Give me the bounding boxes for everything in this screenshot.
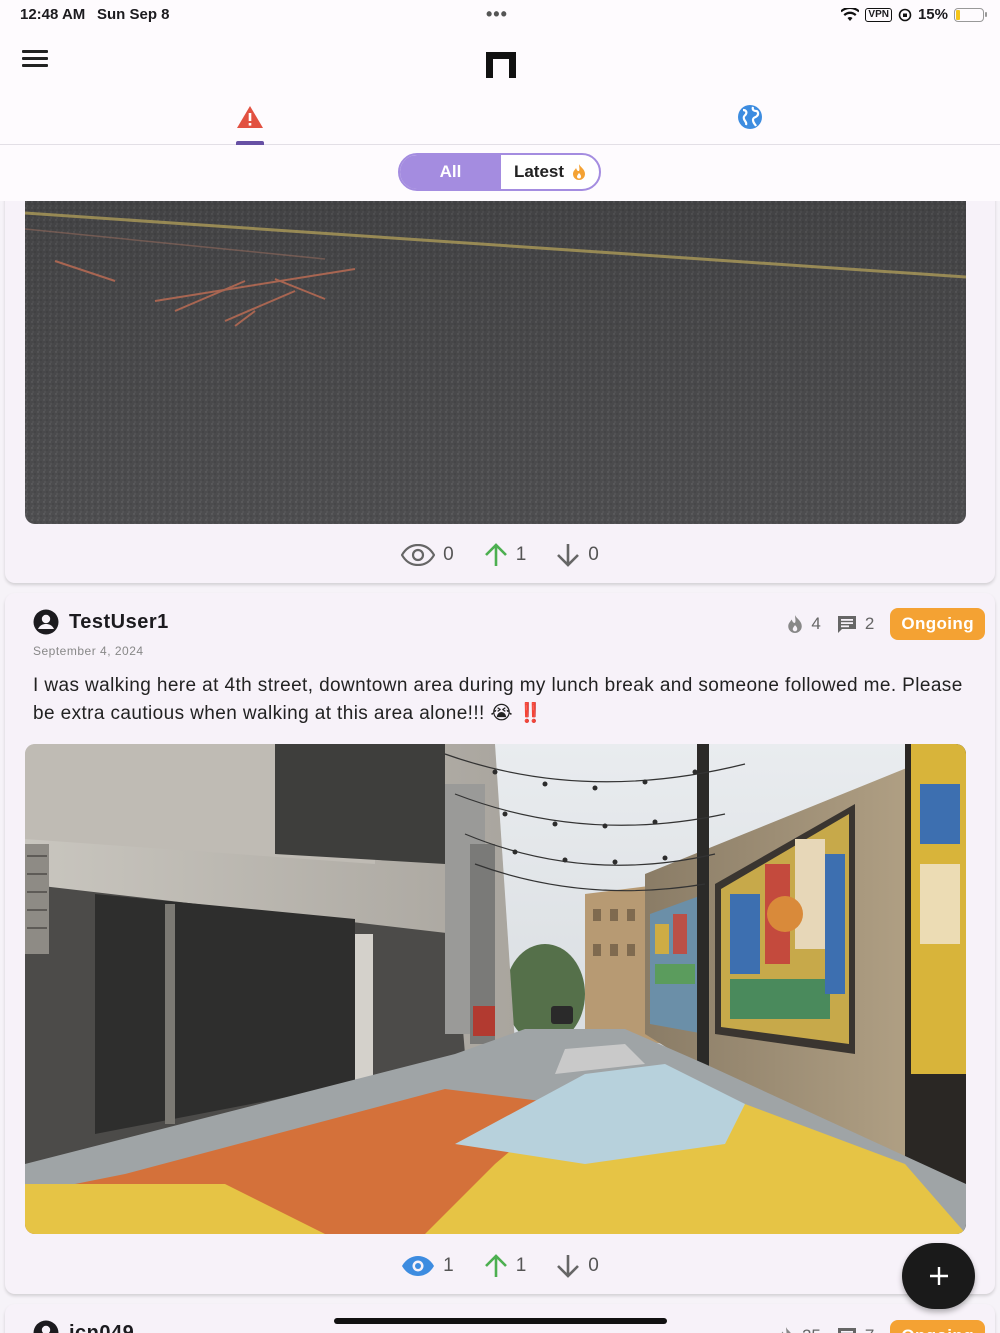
post-card[interactable]: TestUser1 September 4, 2024 4 2 Ongoing …	[5, 593, 995, 1294]
flame-icon	[573, 164, 586, 180]
upvote-button[interactable]: 1	[484, 1254, 527, 1278]
hot-count-stat: 4	[787, 614, 821, 634]
hot-count-stat: 25	[778, 1326, 821, 1333]
upvote-button[interactable]: 1	[484, 543, 527, 567]
post-text: I was walking here at 4th street, downto…	[33, 675, 963, 724]
post-stats: 0 1 0	[5, 543, 995, 567]
arrow-down-icon	[557, 1255, 580, 1278]
downvote-button[interactable]: 0	[556, 1254, 599, 1278]
upvote-count: 1	[515, 1255, 527, 1276]
arrow-up-icon	[484, 1254, 507, 1277]
flame-icon	[788, 615, 803, 633]
status-bar: 12:48 AM Sun Sep 8 ••• VPN 15%	[0, 0, 1000, 30]
filter-latest-button[interactable]: Latest	[501, 155, 599, 189]
views-count: 0	[443, 544, 454, 565]
comment-count-button[interactable]: 2	[837, 614, 874, 634]
filter-all-button[interactable]: All	[400, 155, 501, 189]
status-badge: Ongoing	[890, 608, 985, 640]
user-avatar-icon	[33, 609, 59, 635]
post-author[interactable]: TestUser1	[33, 609, 169, 635]
post-photo-alley[interactable]	[25, 744, 966, 1234]
downvote-button[interactable]: 0	[556, 543, 599, 567]
menu-button[interactable]	[22, 50, 48, 70]
downvote-count: 0	[588, 544, 599, 565]
views-stat[interactable]: 1	[401, 1255, 454, 1277]
comment-icon	[837, 1328, 856, 1333]
filter-toggle: All Latest	[398, 153, 601, 191]
post-meta: 4 2 Ongoing	[787, 608, 985, 640]
filter-bar: All Latest	[0, 145, 1000, 201]
arrow-down-icon	[557, 544, 580, 567]
username[interactable]: jcn049	[69, 1322, 134, 1333]
upvote-count: 1	[515, 544, 527, 565]
vpn-badge: VPN	[865, 7, 892, 22]
arrow-up-icon	[484, 543, 507, 566]
wifi-icon	[841, 7, 860, 21]
battery-percent: 15%	[917, 6, 948, 23]
post-date: September 4, 2024	[33, 644, 144, 658]
status-badge: Ongoing	[890, 1320, 985, 1333]
downvote-count: 0	[588, 1255, 599, 1276]
post-card[interactable]: 0 1 0	[5, 201, 995, 583]
app-logo-icon	[486, 52, 516, 78]
app-bar	[0, 30, 1000, 145]
eye-icon	[401, 544, 436, 566]
battery-icon	[954, 7, 987, 22]
plus-icon	[929, 1267, 948, 1285]
globe-icon	[738, 105, 762, 129]
username[interactable]: TestUser1	[69, 611, 169, 634]
home-indicator[interactable]	[334, 1318, 667, 1324]
add-post-button[interactable]	[902, 1243, 975, 1309]
status-date: Sun Sep 8	[97, 6, 170, 23]
comment-count-button[interactable]: 7	[837, 1326, 874, 1333]
eye-icon	[402, 1256, 435, 1276]
multitask-dots-icon[interactable]: •••	[486, 4, 508, 25]
orientation-lock-icon	[898, 8, 912, 21]
post-meta: 25 7 Ongoing	[778, 1320, 985, 1333]
tab-alerts[interactable]	[210, 100, 290, 145]
user-avatar-icon	[33, 1320, 59, 1333]
post-photo-asphalt[interactable]	[25, 201, 966, 524]
comment-icon	[837, 616, 856, 633]
feed[interactable]: 0 1 0 TestUser1 September 4, 2024 4 2 On…	[0, 201, 1000, 1333]
tab-global[interactable]	[710, 100, 790, 145]
status-right: VPN 15%	[841, 6, 987, 23]
flame-icon	[781, 1327, 791, 1333]
warning-icon	[237, 106, 263, 128]
post-stats: 1 1 0	[5, 1254, 995, 1278]
views-count: 1	[443, 1255, 454, 1276]
battery-level	[956, 9, 960, 20]
post-author[interactable]: jcn049	[33, 1320, 134, 1333]
status-time: 12:48 AM	[20, 6, 86, 23]
views-stat[interactable]: 0	[401, 544, 454, 566]
